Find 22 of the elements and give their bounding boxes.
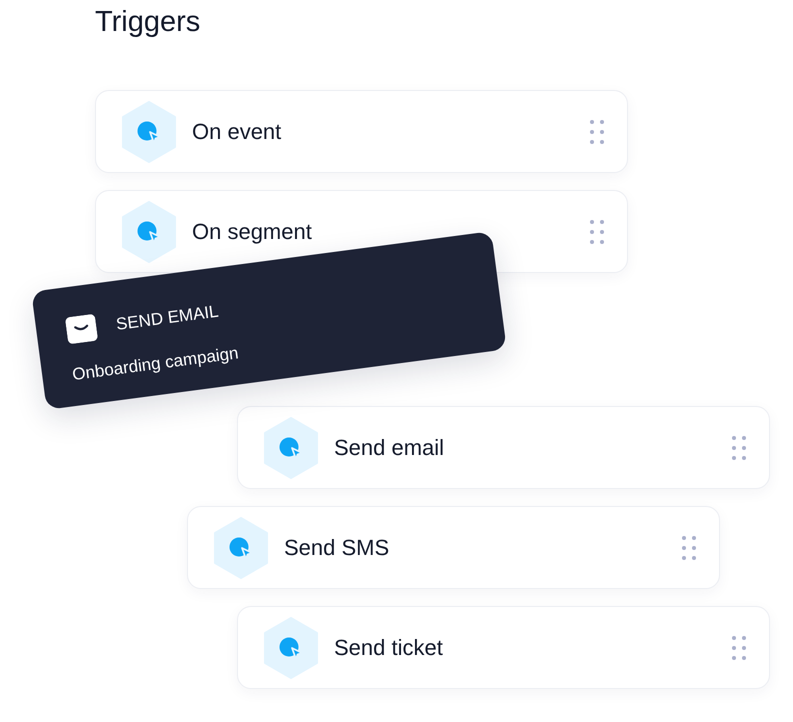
drag-handle-icon[interactable] — [589, 118, 605, 144]
drag-handle-icon[interactable] — [731, 434, 747, 460]
cursor-icon — [121, 100, 177, 162]
cursor-icon — [213, 516, 269, 578]
card-subtitle: Onboarding campaign — [71, 344, 240, 385]
cursor-icon — [263, 416, 319, 478]
section-title: Triggers — [95, 6, 200, 39]
card-title: SEND EMAIL — [114, 301, 220, 334]
trigger-card[interactable]: Send SMS — [187, 506, 720, 589]
card-label: Send email — [334, 434, 446, 460]
drag-handle-icon[interactable] — [589, 218, 605, 244]
trigger-card[interactable]: Send ticket — [237, 606, 770, 689]
card-label: Send SMS — [284, 534, 390, 560]
drag-handle-icon[interactable] — [731, 634, 747, 660]
trigger-card[interactable]: On event — [95, 90, 628, 173]
card-label: Send ticket — [334, 634, 444, 660]
card-label: On event — [192, 118, 282, 144]
cursor-icon — [121, 200, 177, 262]
trigger-card[interactable]: Send email — [237, 406, 770, 489]
cursor-icon — [263, 616, 319, 678]
drag-handle-icon[interactable] — [681, 534, 697, 560]
envelope-icon — [64, 314, 98, 344]
